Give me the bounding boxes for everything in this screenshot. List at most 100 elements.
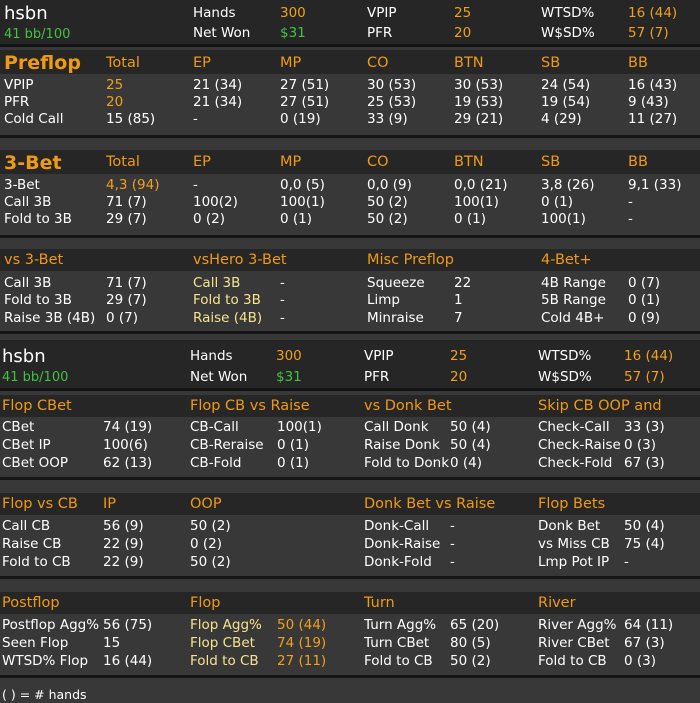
summary-pfr-label: PFR <box>364 369 390 385</box>
threebet-col-bb: BB <box>628 154 648 170</box>
preflop-cell: 21 (34) <box>193 77 243 93</box>
preflop-cell: 15 (85) <box>106 111 156 127</box>
preflop-cell: 30 (53) <box>454 77 504 93</box>
stat-value: 0 (1) <box>277 455 310 471</box>
threebet-col-total: Total <box>106 154 140 170</box>
stat-value: - <box>280 292 285 308</box>
preflop-cell: 21 (34) <box>193 94 243 110</box>
threebet-cell: 0 (1) <box>454 211 487 227</box>
stat-value: 56 (75) <box>103 617 153 633</box>
preflop-row-label: VPIP <box>4 77 34 93</box>
divider <box>0 675 700 678</box>
stat-value: 0 (3) <box>624 653 657 669</box>
stat-label: CB-Reraise <box>190 437 264 453</box>
summary-wtsd-label: WTSD% <box>541 5 595 21</box>
threebet-col-mp: MP <box>280 154 302 170</box>
threebet-row-label: Fold to 3B <box>4 211 72 227</box>
stat-value: 50 (2) <box>450 653 491 669</box>
player-bb100: 41 bb/100 <box>4 27 71 42</box>
summary-wtsd: 16 (44) <box>624 348 674 364</box>
stat-label: CB-Call <box>190 419 239 435</box>
preflop-cell: 20 <box>106 94 124 110</box>
pf3-header-1: Postflop <box>2 595 60 611</box>
preflop-cell: 33 (9) <box>367 111 408 127</box>
summary-hands-label: Hands <box>193 5 236 21</box>
threebet-row-label: Call 3B <box>4 194 52 210</box>
stat-label: Flop CBet <box>190 635 255 651</box>
threebet-cell: 100(1) <box>454 194 499 210</box>
vs3bet-header-3: Misc Preflop <box>367 252 454 268</box>
preflop-cell: 25 (53) <box>367 94 417 110</box>
summary-hands: 300 <box>276 348 302 364</box>
preflop-col-bb: BB <box>628 55 648 71</box>
divider <box>0 331 700 334</box>
summary-netwon: $31 <box>276 369 302 385</box>
stat-label: CBet <box>2 419 35 435</box>
threebet-cell: 100(1) <box>280 194 325 210</box>
pf3-header-2: Flop <box>190 595 221 611</box>
summary-wtsd: 16 (44) <box>628 5 678 21</box>
player-name: hsbn <box>4 3 48 24</box>
preflop-col-mp: MP <box>280 55 302 71</box>
pf2-header-4: Flop Bets <box>538 496 606 512</box>
preflop-col-btn: BTN <box>454 55 484 71</box>
preflop-cell: 0 (19) <box>280 111 321 127</box>
threebet-cell: 0 (1) <box>541 194 574 210</box>
stat-label: Check-Raise <box>538 437 621 453</box>
stat-label: Fold to Donk <box>364 455 450 471</box>
threebet-col-btn: BTN <box>454 154 484 170</box>
stat-value: 65 (20) <box>450 617 500 633</box>
summary-netwon-label: Net Won <box>190 369 248 385</box>
stat-value: - <box>450 536 455 552</box>
preflop-cell: 29 (21) <box>454 111 504 127</box>
stat-label: River Agg% <box>538 617 617 633</box>
threebet-cell: 0,0 (21) <box>454 177 508 193</box>
stat-label: 4B Range <box>541 275 606 291</box>
stat-label: Check-Fold <box>538 455 613 471</box>
stat-label: Check-Call <box>538 419 610 435</box>
stat-label: Raise CB <box>2 536 62 552</box>
stat-label: 5B Range <box>541 292 606 308</box>
summary-vpip: 25 <box>450 348 468 364</box>
divider <box>0 44 700 47</box>
stat-value: 50 (4) <box>624 518 665 534</box>
summary-wssd-label: W$SD% <box>541 25 595 41</box>
pf1-header-2: Flop CB vs Raise <box>190 398 310 414</box>
divider <box>0 388 700 391</box>
pf2-header-oop: OOP <box>190 496 222 512</box>
preflop-col-sb: SB <box>541 55 561 71</box>
pf1-header-1: Flop CBet <box>2 398 72 414</box>
stat-label: Lmp Pot IP <box>538 554 610 570</box>
summary-bar-2 <box>0 340 700 388</box>
stat-value: 0 (9) <box>628 310 661 326</box>
threebet-col-ep: EP <box>193 154 211 170</box>
preflop-cell: 27 (51) <box>280 94 330 110</box>
threebet-cell: 100(2) <box>193 194 238 210</box>
preflop-header <box>0 50 700 74</box>
vs3bet-header-4: 4-Bet+ <box>541 252 592 268</box>
preflop-cell: 25 <box>106 77 124 93</box>
threebet-cell: 50 (2) <box>367 194 408 210</box>
stat-label: vs Miss CB <box>538 536 610 552</box>
threebet-cell: 29 (7) <box>106 211 147 227</box>
stat-value: 74 (19) <box>277 635 327 651</box>
stat-value: 100(1) <box>277 419 322 435</box>
summary-pfr: 20 <box>454 25 472 41</box>
stat-value: 0 (7) <box>106 310 139 326</box>
divider <box>0 135 700 138</box>
divider <box>0 477 700 480</box>
summary-wssd: 57 (7) <box>624 369 665 385</box>
stat-label: Raise (4B) <box>193 310 263 326</box>
stat-label: Donk Bet <box>538 518 601 534</box>
summary-vpip-label: VPIP <box>367 5 397 21</box>
vs3bet-header <box>0 249 700 271</box>
preflop-cell: 19 (54) <box>541 94 591 110</box>
stat-value: 71 (7) <box>106 275 147 291</box>
stat-value: 67 (3) <box>624 455 665 471</box>
preflop-col-co: CO <box>367 55 389 71</box>
threebet-cell: 71 (7) <box>106 194 147 210</box>
preflop-title: Preflop <box>4 52 81 74</box>
stat-value: 22 (9) <box>103 536 144 552</box>
stat-label: Raise Donk <box>364 437 440 453</box>
stat-label: Donk-Raise <box>364 536 441 552</box>
